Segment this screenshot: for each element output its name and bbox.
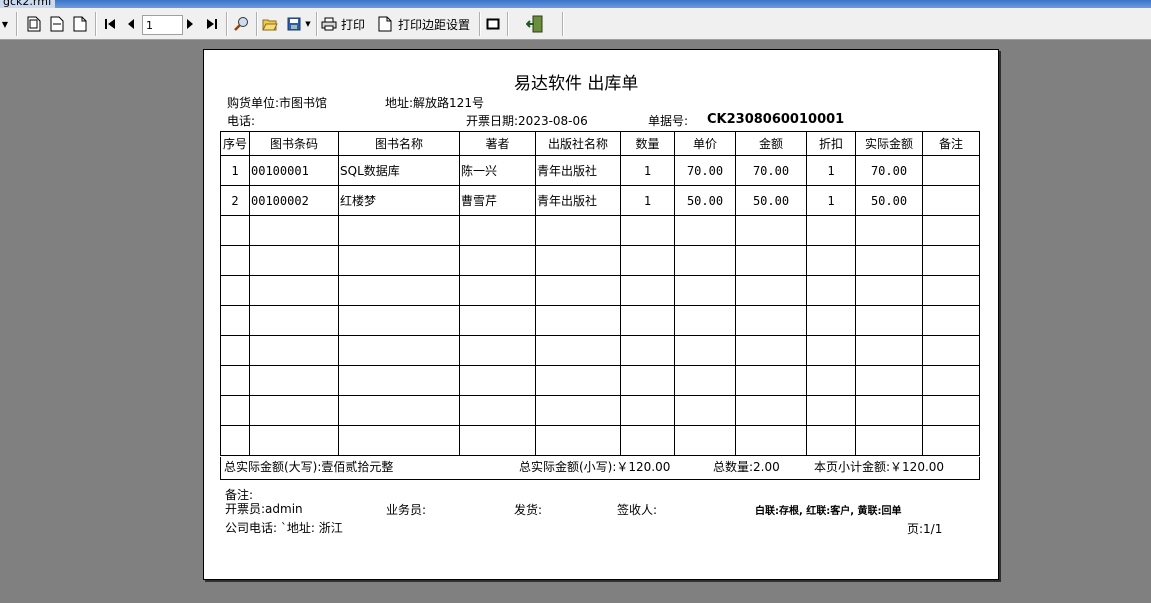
open-folder-icon[interactable] xyxy=(261,15,279,33)
column-header: 折扣 xyxy=(806,131,856,156)
phone-label: 电话: xyxy=(227,114,256,128)
table-row-empty xyxy=(220,335,980,366)
document-number-label: 单据号: xyxy=(648,114,689,128)
table-row: 2 00100002 红楼梦 曹雪芹 青年出版社 1 50.00 50.00 1… xyxy=(220,185,980,216)
table-header-row: 序号 图书条码 图书名称 著者 出版社名称 数量 单价 金额 折扣 实际金额 备… xyxy=(220,131,980,156)
column-header: 备注 xyxy=(922,131,980,156)
table-cell: 1 xyxy=(220,155,250,186)
table-cell xyxy=(922,185,980,216)
buyer-address: 地址:解放路121号 xyxy=(385,96,484,110)
page-number: 页:1/1 xyxy=(907,522,943,536)
table-row-empty xyxy=(220,305,980,336)
table-cell: 70.00 xyxy=(674,155,736,186)
toolbar-menu-arrow-icon[interactable]: ▼ xyxy=(0,15,10,33)
table-cell: 1 xyxy=(620,185,675,216)
table-row-empty xyxy=(220,275,980,306)
column-header: 实际金额 xyxy=(855,131,923,156)
page-number-input[interactable]: 1 xyxy=(142,15,183,35)
table-cell: 1 xyxy=(806,185,856,216)
page-whole-icon[interactable] xyxy=(25,15,43,33)
table-row-empty xyxy=(220,425,980,456)
printer-icon xyxy=(321,17,337,31)
report-title: 易达软件 出库单 xyxy=(514,74,639,94)
table-row-empty xyxy=(220,215,980,246)
table-cell: 青年出版社 xyxy=(535,155,621,186)
page-width-icon[interactable] xyxy=(48,15,66,33)
column-header: 单价 xyxy=(674,131,736,156)
total-amount-in-figures: 总实际金额(小写):￥120.00 xyxy=(519,460,671,474)
column-header: 出版社名称 xyxy=(535,131,621,156)
table-cell: SQL数据库 xyxy=(338,155,460,186)
company-phone-address: 公司电话: ˋ地址: 浙江 xyxy=(225,521,343,535)
search-icon[interactable] xyxy=(232,15,250,33)
total-quantity: 总数量:2.00 xyxy=(713,460,780,474)
column-header: 著者 xyxy=(459,131,536,156)
page-setup-icon xyxy=(378,16,392,32)
column-header: 图书名称 xyxy=(338,131,460,156)
table-cell: 50.00 xyxy=(674,185,736,216)
print-button[interactable]: 打印 xyxy=(321,15,371,33)
table-cell: 1 xyxy=(806,155,856,186)
print-margin-label: 打印边距设置 xyxy=(398,17,471,32)
column-header: 数量 xyxy=(620,131,675,156)
table-cell: 2 xyxy=(220,185,250,216)
save-dropdown-arrow-icon[interactable]: ▼ xyxy=(304,15,312,33)
toolbar: ▼ 1 ▼ 打印 打印边距设置 xyxy=(0,8,1151,40)
column-header: 图书条码 xyxy=(249,131,339,156)
remark-label: 备注: xyxy=(225,488,254,502)
issue-date: 开票日期:2023-08-06 xyxy=(466,114,588,128)
table-cell: 70.00 xyxy=(735,155,807,186)
table-cell: 曹雪芹 xyxy=(459,185,536,216)
save-icon[interactable] xyxy=(285,15,303,33)
page-actual-icon[interactable] xyxy=(71,15,89,33)
buyer-unit: 购货单位:市图书馆 xyxy=(227,96,328,110)
column-header: 金额 xyxy=(735,131,807,156)
print-label: 打印 xyxy=(341,17,366,32)
table-row-empty xyxy=(220,245,980,276)
table-cell: 50.00 xyxy=(735,185,807,216)
table-row-empty xyxy=(220,365,980,396)
previous-page-icon[interactable] xyxy=(124,15,138,33)
shipping-label: 发货: xyxy=(514,503,543,517)
table-cell: 50.00 xyxy=(855,185,923,216)
next-page-icon[interactable] xyxy=(183,15,197,33)
report-page: 易达软件 出库单 购货单位:市图书馆 地址:解放路121号 电话: 开票日期:2… xyxy=(203,49,999,580)
page-subtotal: 本页小计金额:￥120.00 xyxy=(814,460,945,474)
table-row: 1 00100001 SQL数据库 陈一兴 青年出版社 1 70.00 70.0… xyxy=(220,155,980,186)
totals-row: 总实际金额(大写):壹佰贰拾元整 总实际金额(小写):￥120.00 总数量:2… xyxy=(220,457,980,480)
frame-icon[interactable] xyxy=(485,15,501,33)
table-cell: 陈一兴 xyxy=(459,155,536,186)
window-title: gck2.rmf xyxy=(0,0,55,8)
copies-note: 白联:存根, 红联:客户, 黄联:回单 xyxy=(755,506,902,517)
table-cell: 1 xyxy=(620,155,675,186)
last-page-icon[interactable] xyxy=(204,15,220,33)
document-number: CK2308060010001 xyxy=(707,112,845,127)
window-title-bar: gck2.rmf xyxy=(0,0,1151,8)
table-cell xyxy=(922,155,980,186)
table-cell: 00100002 xyxy=(249,185,339,216)
table-row-empty xyxy=(220,395,980,426)
salesman-label: 业务员: xyxy=(386,503,427,517)
total-amount-in-words: 总实际金额(大写):壹佰贰拾元整 xyxy=(224,460,394,474)
issuer: 开票员:admin xyxy=(225,502,303,516)
items-table: 序号 图书条码 图书名称 著者 出版社名称 数量 单价 金额 折扣 实际金额 备… xyxy=(220,131,980,456)
column-header: 序号 xyxy=(220,131,250,156)
table-cell: 00100001 xyxy=(249,155,339,186)
table-cell: 红楼梦 xyxy=(338,185,460,216)
table-cell: 70.00 xyxy=(855,155,923,186)
print-margin-settings-button[interactable]: 打印边距设置 xyxy=(378,15,474,33)
receiver-label: 签收人: xyxy=(617,503,658,517)
exit-door-icon[interactable] xyxy=(525,15,545,33)
table-cell: 青年出版社 xyxy=(535,185,621,216)
first-page-icon[interactable] xyxy=(102,15,118,33)
